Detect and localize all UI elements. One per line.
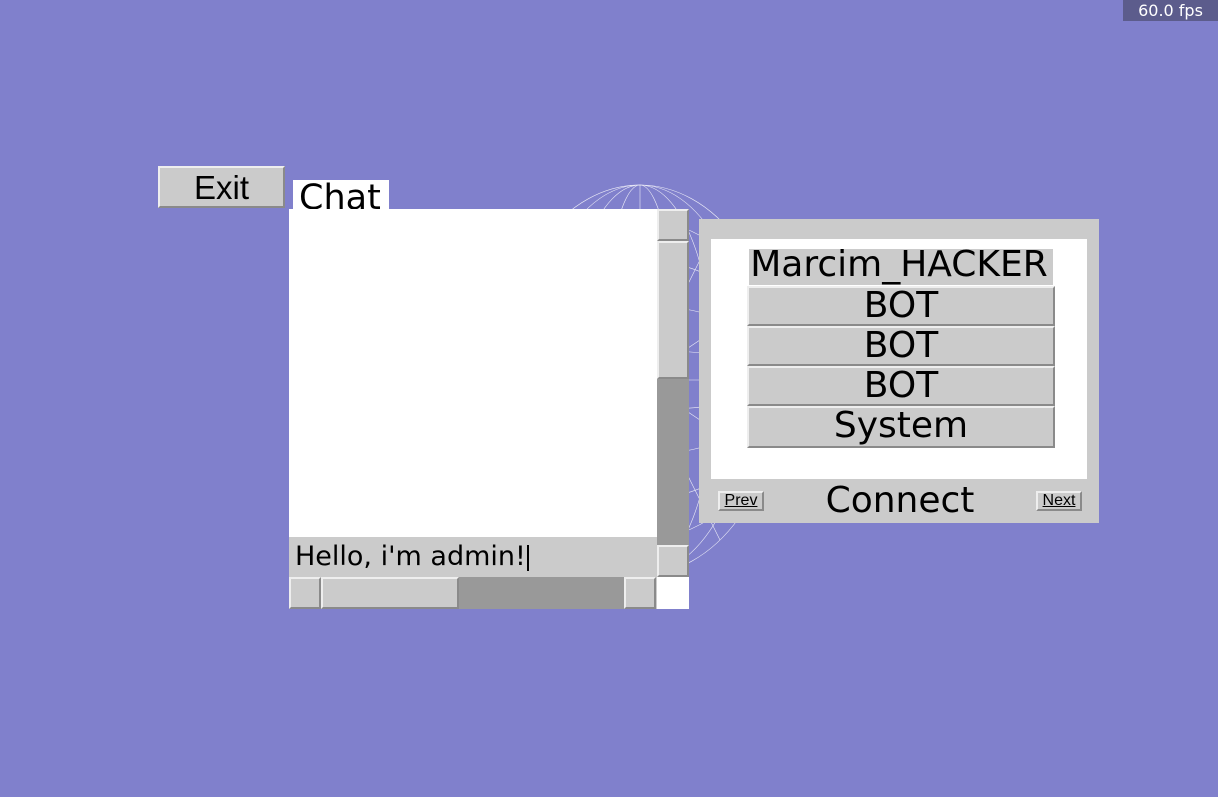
fps-counter: 60.0 fps — [1123, 0, 1218, 21]
user-item[interactable]: System — [747, 406, 1055, 448]
chat-input[interactable]: Hello, i'm admin! — [289, 537, 657, 577]
vertical-scroll-thumb[interactable] — [657, 379, 689, 545]
user-item[interactable]: Marcim_HACKER — [711, 247, 1087, 287]
chat-message-area — [289, 209, 657, 537]
scrollbar-corner — [657, 577, 689, 609]
scroll-up-button[interactable] — [657, 209, 689, 241]
exit-button[interactable]: Exit — [158, 166, 285, 208]
horizontal-scroll-track-left[interactable] — [321, 577, 459, 609]
vertical-scroll-track-upper[interactable] — [657, 241, 689, 379]
connect-label[interactable]: Connect — [800, 480, 1000, 522]
text-caret — [526, 544, 529, 571]
scroll-down-button[interactable] — [657, 545, 689, 577]
user-item[interactable]: BOT — [747, 326, 1055, 366]
scroll-right-button[interactable] — [624, 577, 656, 609]
next-button[interactable]: Next — [1036, 491, 1082, 511]
prev-button[interactable]: Prev — [718, 491, 764, 511]
user-item[interactable]: BOT — [747, 366, 1055, 406]
horizontal-scroll-thumb[interactable] — [459, 577, 624, 609]
chat-input-text: Hello, i'm admin! — [295, 541, 526, 572]
scroll-left-button[interactable] — [289, 577, 321, 609]
user-item[interactable]: BOT — [747, 286, 1055, 326]
